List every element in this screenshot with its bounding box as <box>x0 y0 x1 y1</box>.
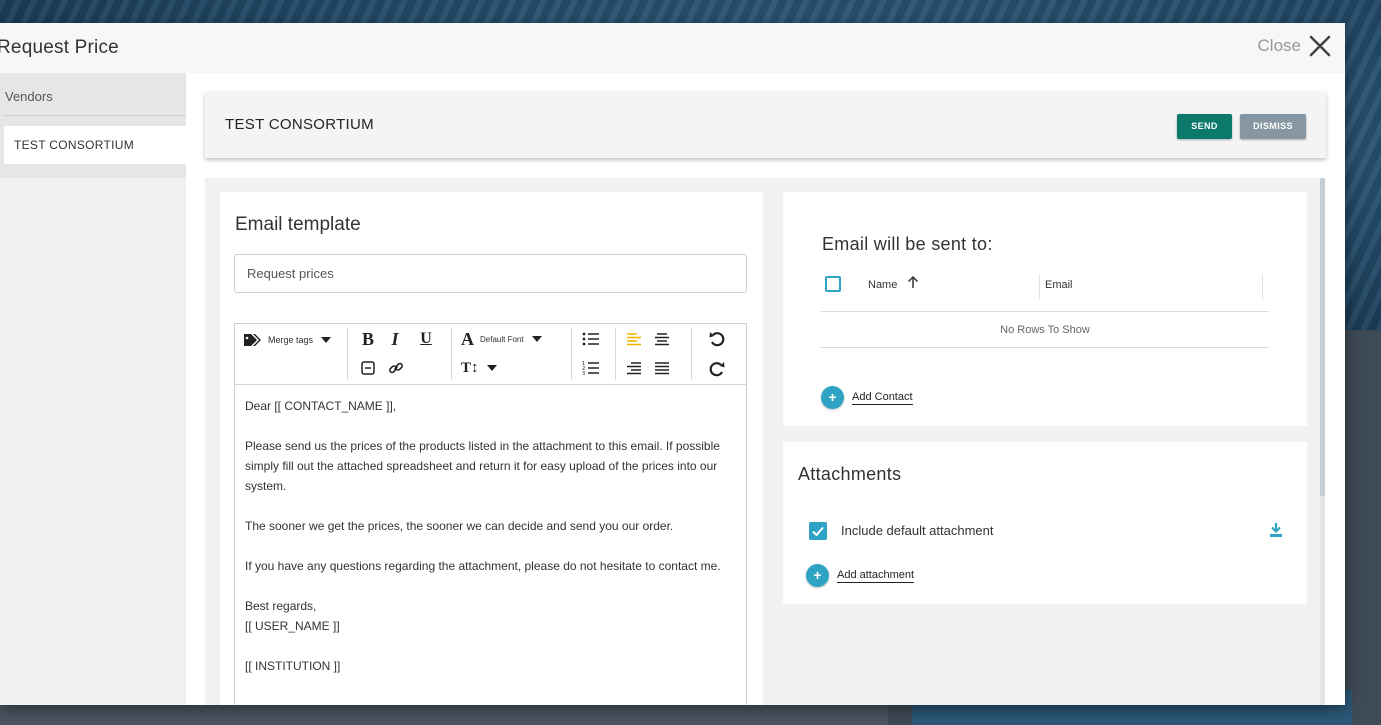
modal-title: Request Price <box>0 37 119 58</box>
svg-text:3: 3 <box>582 371 585 376</box>
main-content: TEST CONSORTIUM SEND DISMISS Email templ… <box>186 73 1345 705</box>
recipients-heading: Email will be sent to: <box>822 234 993 254</box>
bold-icon[interactable]: B <box>359 329 377 349</box>
vendors-header: Vendors <box>5 89 53 104</box>
email-template-card: Email template Merge tags <box>220 192 763 705</box>
request-price-modal: Request Price Close Vendors TEST CONSORT… <box>0 23 1345 705</box>
close-button[interactable]: Close <box>1258 35 1331 57</box>
align-center-icon[interactable] <box>653 330 671 348</box>
redo-icon[interactable] <box>707 359 727 379</box>
merge-tags-dropdown[interactable]: Merge tags <box>243 330 332 350</box>
add-contact-button[interactable]: + Add Contact <box>821 386 913 409</box>
column-separator <box>1262 274 1263 300</box>
text-size-icon: T↕ <box>461 359 479 376</box>
caret-down-icon <box>321 337 332 343</box>
undo-icon[interactable] <box>707 329 727 349</box>
signature-institution: [[ INSTITUTION ]] <box>245 659 341 673</box>
toolbar-separator <box>691 328 692 380</box>
align-right-icon[interactable] <box>625 359 643 377</box>
body-paragraph: Dear [[ CONTACT_NAME ]], <box>245 399 397 413</box>
toolbar-separator <box>571 328 572 380</box>
send-button[interactable]: SEND <box>1177 114 1232 139</box>
email-template-heading: Email template <box>235 214 361 235</box>
select-all-checkbox[interactable] <box>825 276 841 292</box>
italic-icon[interactable]: I <box>387 329 403 349</box>
close-icon <box>1309 35 1331 57</box>
body-paragraph: If you have any questions regarding the … <box>245 559 721 573</box>
numbered-list-icon[interactable]: 123 <box>581 359 601 377</box>
close-label: Close <box>1257 36 1301 55</box>
underline-icon[interactable]: U <box>417 329 435 349</box>
tag-icon <box>243 333 265 347</box>
scrollbar-thumb[interactable] <box>1320 178 1325 496</box>
body-paragraph: Please send us the prices of the product… <box>245 439 720 493</box>
attachments-heading: Attachments <box>798 464 902 484</box>
link-icon[interactable] <box>387 359 405 377</box>
add-contact-label: Add Contact <box>852 390 913 405</box>
add-attachment-label: Add attachment <box>837 568 915 583</box>
column-header-name[interactable]: Name <box>868 279 897 291</box>
attachments-card: Attachments Include default attachment +… <box>783 442 1307 604</box>
toolbar-separator <box>347 328 348 380</box>
recipients-grid-header: Name Email <box>821 272 1269 312</box>
font-size-dropdown[interactable]: T↕ <box>461 359 497 377</box>
include-default-checkbox[interactable] <box>809 522 827 540</box>
vendor-item[interactable]: TEST CONSORTIUM <box>4 126 187 164</box>
no-rows-message: No Rows To Show <box>821 312 1269 348</box>
toolbar-separator <box>615 328 616 380</box>
dismiss-button[interactable]: DISMISS <box>1240 114 1306 139</box>
subject-input[interactable] <box>234 254 747 293</box>
horizontal-rule-icon[interactable] <box>359 359 377 377</box>
recipients-card: Email will be sent to: Name Email No Row… <box>783 192 1307 426</box>
align-left-icon[interactable] <box>625 330 643 348</box>
add-attachment-button[interactable]: + Add attachment <box>806 564 915 587</box>
signature-user: [[ USER_NAME ]] <box>245 619 340 633</box>
caret-down-icon <box>531 336 542 342</box>
column-separator <box>1039 274 1040 300</box>
signature-closing: Best regards, <box>245 599 317 613</box>
bullet-list-icon[interactable] <box>581 330 601 348</box>
merge-tags-label: Merge tags <box>268 335 314 345</box>
plus-icon: + <box>806 564 829 587</box>
align-justify-icon[interactable] <box>653 359 671 377</box>
body-paragraph: The sooner we get the prices, the sooner… <box>245 519 674 533</box>
checkmark-icon <box>812 526 824 537</box>
font-label: Default Font <box>480 334 524 344</box>
editor-toolbar: Merge tags B I U A Default Font T↕ 1 2 3 <box>235 324 746 385</box>
sort-ascending-icon[interactable] <box>906 275 920 294</box>
toolbar-separator <box>451 328 452 380</box>
email-body[interactable]: Dear [[ CONTACT_NAME ]], Please send us … <box>245 396 740 676</box>
content-area: Email template Merge tags <box>205 178 1322 705</box>
column-header-email[interactable]: Email <box>1045 279 1073 291</box>
vendor-title: TEST CONSORTIUM <box>225 116 374 133</box>
vendor-bar: TEST CONSORTIUM SEND DISMISS <box>205 92 1326 158</box>
email-editor: Merge tags B I U A Default Font T↕ 1 2 3… <box>234 323 747 705</box>
include-default-label: Include default attachment <box>841 523 994 538</box>
divider <box>4 115 186 116</box>
caret-down-icon <box>486 365 497 371</box>
modal-header: Request Price Close <box>0 23 1345 73</box>
font-dropdown[interactable]: A Default Font <box>461 329 542 349</box>
download-icon[interactable] <box>1269 522 1283 543</box>
font-icon: A <box>461 328 474 349</box>
vendors-panel: Vendors TEST CONSORTIUM <box>0 73 187 178</box>
plus-icon: + <box>821 386 844 409</box>
